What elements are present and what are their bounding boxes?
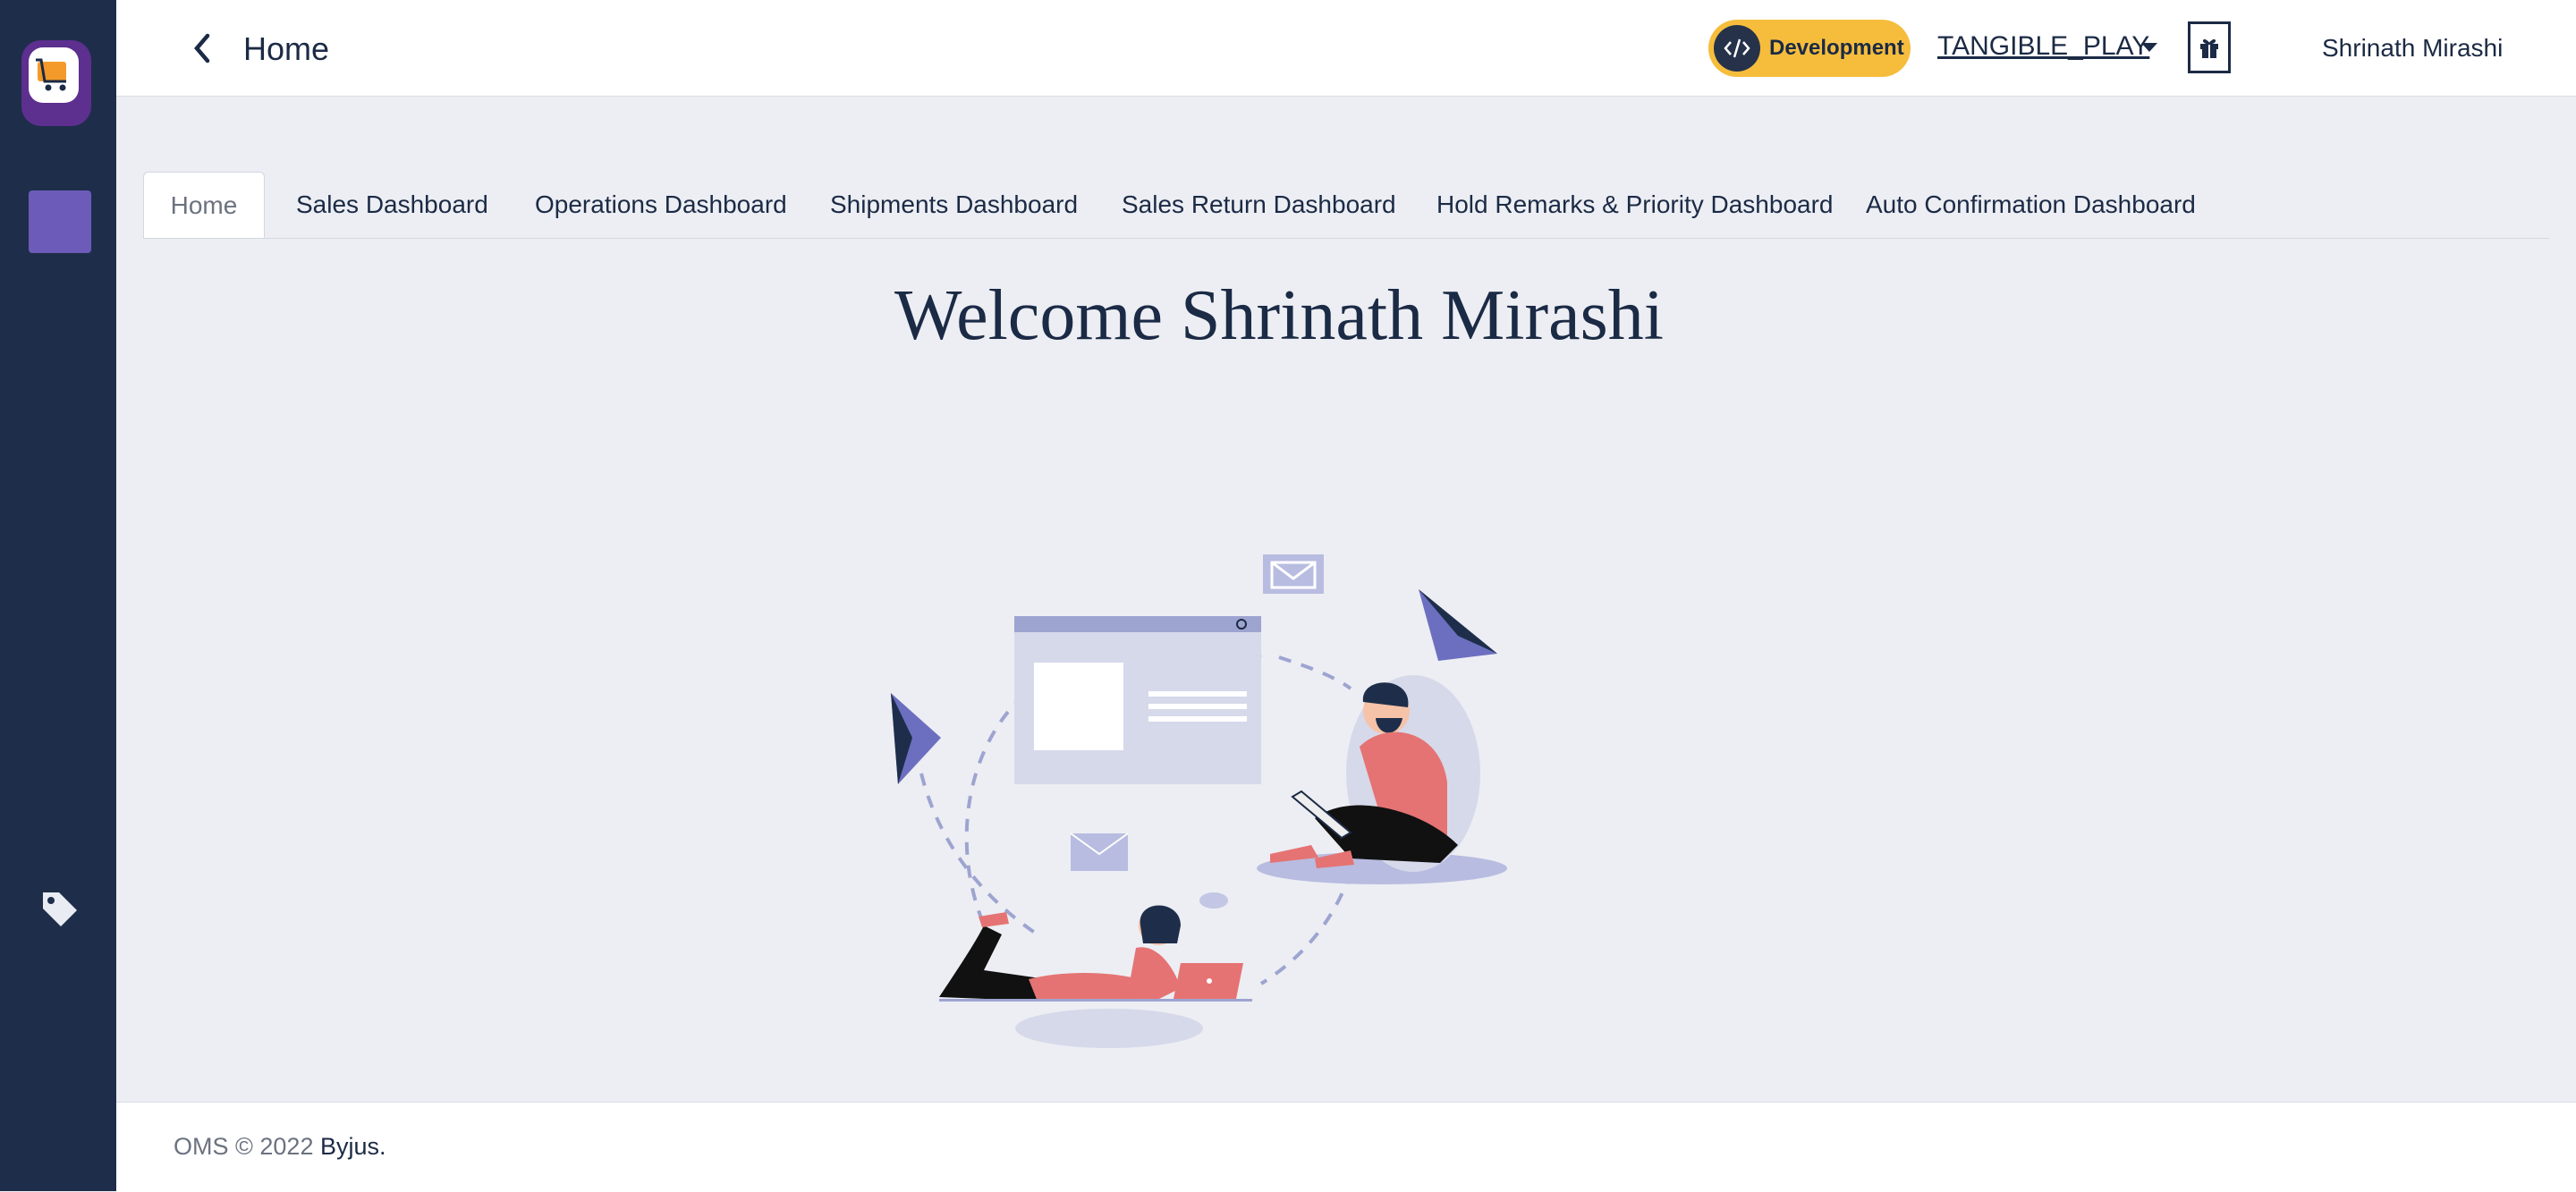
tab-sales-dashboard[interactable]: Sales Dashboard xyxy=(296,172,488,238)
tab-operations-dashboard[interactable]: Operations Dashboard xyxy=(535,172,787,238)
code-icon xyxy=(1714,25,1760,72)
tab-auto-confirmation-dashboard[interactable]: Auto Confirmation Dashboard xyxy=(1866,172,2196,238)
tab-shipments-dashboard[interactable]: Shipments Dashboard xyxy=(830,172,1078,238)
environment-label: Development xyxy=(1769,36,1904,60)
tab-home[interactable]: Home xyxy=(143,172,265,238)
footer: OMS © 2022 Byjus. xyxy=(116,1102,2576,1192)
footer-company-link[interactable]: Byjus. xyxy=(320,1133,386,1160)
top-header: Home Development TANGIBLE_PLAY Shrinath … xyxy=(116,0,2576,97)
caret-down-icon[interactable] xyxy=(2141,43,2157,52)
menu-square-icon[interactable] xyxy=(29,190,91,253)
page-title: Home xyxy=(243,30,330,67)
app-logo[interactable] xyxy=(21,40,91,126)
environment-badge[interactable]: Development xyxy=(1708,20,1911,77)
dashboard-tabs: Home Sales Dashboard Operations Dashboar… xyxy=(143,172,2549,239)
tag-icon[interactable] xyxy=(39,889,79,933)
organization-switcher[interactable]: TANGIBLE_PLAY xyxy=(1937,29,2149,64)
app-logo-cart-icon xyxy=(29,47,79,103)
tab-sales-return-dashboard[interactable]: Sales Return Dashboard xyxy=(1122,172,1396,238)
sidebar xyxy=(0,0,116,1191)
welcome-heading: Welcome Shrinath Mirashi xyxy=(894,276,1665,355)
chevron-left-icon[interactable] xyxy=(188,30,215,66)
welcome-illustration xyxy=(886,550,1521,1055)
user-name[interactable]: Shrinath Mirashi xyxy=(2322,32,2503,64)
footer-copyright: OMS © 2022 Byjus. xyxy=(174,1133,386,1161)
gift-icon[interactable] xyxy=(2188,21,2231,73)
footer-copyright-text: OMS © 2022 xyxy=(174,1133,320,1160)
tab-hold-remarks-priority-dashboard[interactable]: Hold Remarks & Priority Dashboard xyxy=(1436,172,1834,238)
